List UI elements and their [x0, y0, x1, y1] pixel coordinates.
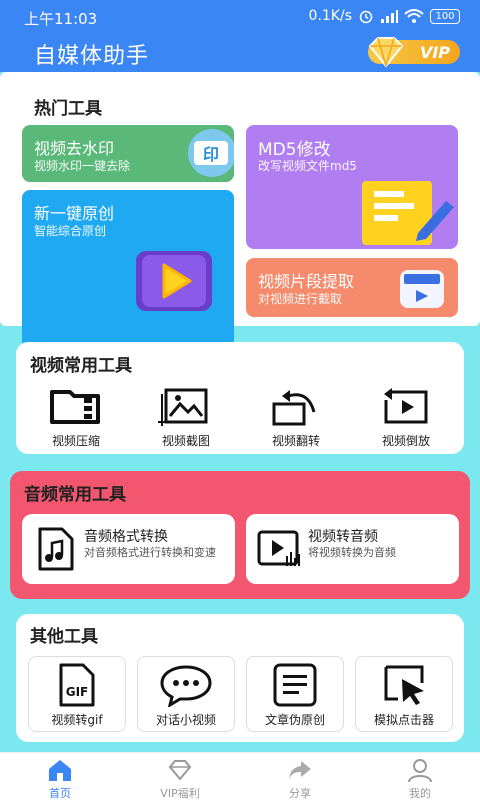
gif-file-icon: GIF: [59, 663, 95, 707]
audio-tools-title: 音频常用工具: [24, 485, 126, 505]
wifi-icon: [404, 9, 424, 23]
other-tools-title: 其他工具: [30, 627, 98, 647]
audio-tool-subtitle: 将视频转换为音频: [308, 546, 396, 559]
tool-label: 视频压缩: [51, 434, 100, 448]
tile-title: 视频去水印: [34, 139, 115, 158]
nav-label: 分享: [289, 787, 311, 800]
nav-label: VIP福利: [160, 787, 200, 800]
document-icon: [273, 663, 317, 707]
tool-label: 模拟点击器: [373, 713, 434, 727]
vip-button[interactable]: VIP: [368, 37, 460, 68]
audio-tool-subtitle: 对音频格式进行转换和变速: [84, 546, 216, 559]
battery-icon: 100: [430, 8, 460, 24]
tile-subtitle: 智能综合原创: [34, 224, 107, 238]
video-tools-section: 视频常用工具 视频压缩 视频截图 视频翻转 视频倒放: [16, 342, 464, 454]
diamond-icon: [168, 760, 192, 781]
video-reverse-tool[interactable]: 视频倒放: [356, 386, 456, 449]
nav-profile[interactable]: 我的: [380, 757, 460, 800]
tile-subtitle: 改写视频文件md5: [258, 159, 357, 173]
video-to-audio-icon: [257, 530, 300, 566]
nav-home[interactable]: 首页: [20, 757, 100, 800]
watermark-stamp-icon: 印: [188, 129, 234, 177]
tile-subtitle: 视频水印一键去除: [34, 159, 131, 173]
tool-label: 视频转gif: [51, 713, 103, 727]
rotate-icon: [272, 390, 316, 426]
bottom-nav: 首页 VIP福利 分享 我的: [0, 752, 480, 800]
image-crop-icon: [158, 388, 208, 426]
tile-subtitle: 对视频进行截取: [258, 292, 343, 306]
play-button-icon: [136, 251, 212, 311]
nav-label: 我的: [409, 787, 431, 800]
video-to-audio-button[interactable]: 视频转音频 将视频转换为音频: [246, 514, 459, 584]
status-icons: 0.1K/s 100: [309, 8, 460, 24]
gif-icon-text: GIF: [66, 685, 89, 699]
video-clip-extract-tile[interactable]: 视频片段提取 对视频进行截取: [246, 258, 458, 317]
status-time: 上午11:03: [24, 10, 98, 28]
cursor-click-icon: [384, 665, 424, 705]
home-icon: [49, 760, 71, 781]
article-rewrite-button[interactable]: 文章伪原创: [246, 656, 344, 732]
tile-title: 视频片段提取: [258, 272, 355, 291]
nav-label: 首页: [49, 787, 71, 800]
nav-share[interactable]: 分享: [260, 757, 340, 800]
tool-label: 视频倒放: [381, 434, 430, 448]
tool-label: 视频翻转: [271, 434, 320, 448]
nav-vip-benefits[interactable]: VIP福利: [140, 757, 220, 800]
video-compress-tool[interactable]: 视频压缩: [26, 386, 126, 449]
chat-video-button[interactable]: 对话小视频: [137, 656, 235, 732]
compress-icon: [50, 390, 100, 424]
audio-tool-title: 视频转音频: [308, 529, 378, 545]
audio-tool-title: 音频格式转换: [84, 529, 168, 545]
music-file-icon: [38, 527, 74, 571]
video-flip-tool[interactable]: 视频翻转: [246, 386, 346, 449]
status-bar: 上午11:03 0.1K/s 100: [0, 0, 480, 32]
vip-label: VIP: [419, 42, 450, 62]
network-speed: 0.1K/s: [308, 8, 352, 24]
reverse-play-icon: [384, 388, 428, 424]
crown-diamond-icon: [368, 37, 404, 68]
remove-watermark-tile[interactable]: 视频去水印 视频水印一键去除 印: [22, 125, 234, 182]
document-edit-icon: [362, 181, 454, 245]
app-title: 自媒体助手: [34, 44, 150, 69]
video-tools-title: 视频常用工具: [30, 356, 132, 376]
md5-modify-tile[interactable]: MD5修改 改写视频文件md5: [246, 125, 458, 249]
audio-tools-section: 音频常用工具 音频格式转换 对音频格式进行转换和变速 视频转音频 将视频转换为音…: [10, 471, 470, 599]
hot-tools-section: 热门工具 视频去水印 视频水印一键去除 印 新一键原创 智能综合原创 MD5修改…: [0, 72, 480, 390]
tile-title: 新一键原创: [34, 204, 115, 223]
alarm-icon: [359, 10, 373, 24]
share-arrow-icon: [289, 761, 311, 779]
app-header: 上午11:03 0.1K/s 100 自媒体助手 VIP: [0, 0, 480, 72]
tool-label: 对话小视频: [155, 713, 216, 727]
video-screenshot-tool[interactable]: 视频截图: [136, 386, 236, 449]
chat-bubble-icon: [160, 665, 212, 707]
video-to-gif-button[interactable]: GIF 视频转gif: [28, 656, 126, 732]
auto-clicker-button[interactable]: 模拟点击器: [355, 656, 453, 732]
user-icon: [408, 759, 432, 783]
signal-icon: [381, 10, 398, 23]
tool-label: 视频截图: [161, 434, 210, 448]
video-clip-icon: [400, 270, 444, 308]
watermark-icon-text: 印: [203, 145, 219, 164]
audio-format-convert-button[interactable]: 音频格式转换 对音频格式进行转换和变速: [22, 514, 235, 584]
hot-tools-title: 热门工具: [34, 99, 102, 119]
tool-label: 文章伪原创: [264, 713, 325, 727]
